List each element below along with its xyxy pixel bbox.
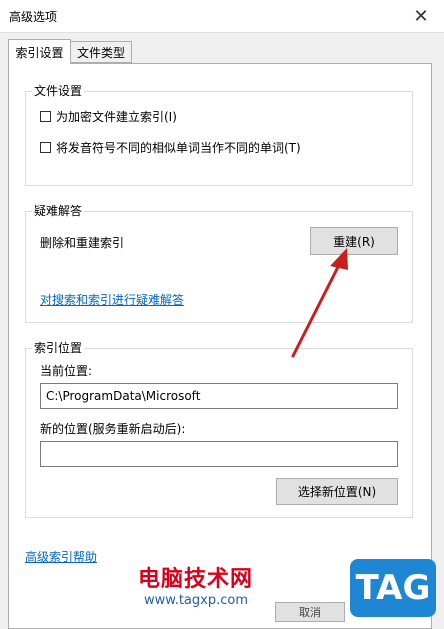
window-title: 高级选项 <box>9 10 58 24</box>
select-new-location-button[interactable]: 选择新位置(N) <box>276 478 398 505</box>
group-title: 疑难解答 <box>32 204 85 218</box>
tab-panel: 文件设置 为加密文件建立索引(I) 将发音符号不同的相似单词当作不同的单词(T)… <box>8 63 432 629</box>
checkbox-label: 为加密文件建立索引(I) <box>56 110 177 124</box>
checkbox-box[interactable] <box>40 142 51 153</box>
current-location-label: 当前位置: <box>40 364 93 378</box>
watermark-site-name: 电脑技术网 <box>138 567 254 592</box>
watermark-url: www.tagxp.com <box>144 593 248 608</box>
group-title: 索引位置 <box>32 341 85 355</box>
index-location-group: 索引位置 当前位置: C:\ProgramData\Microsoft 新的位置… <box>25 341 413 518</box>
checkbox-diacritics[interactable]: 将发音符号不同的相似单词当作不同的单词(T) <box>40 139 301 156</box>
new-location-label: 新的位置(服务重新启动后): <box>40 422 186 436</box>
checkbox-label: 将发音符号不同的相似单词当作不同的单词(T) <box>56 141 301 155</box>
checkbox-encrypted-files[interactable]: 为加密文件建立索引(I) <box>40 108 177 125</box>
title-bar: 高级选项 ✕ <box>0 0 444 33</box>
tab-index-settings[interactable]: 索引设置 <box>8 39 71 64</box>
tab-file-types[interactable]: 文件类型 <box>70 41 132 63</box>
rebuild-button[interactable]: 重建(R) <box>310 227 398 255</box>
advanced-index-help-link[interactable]: 高级索引帮助 <box>25 548 97 565</box>
group-title: 文件设置 <box>32 84 85 98</box>
file-settings-group: 文件设置 为加密文件建立索引(I) 将发音符号不同的相似单词当作不同的单词(T) <box>25 84 413 186</box>
troubleshoot-link[interactable]: 对搜索和索引进行疑难解答 <box>40 291 184 308</box>
close-icon[interactable]: ✕ <box>398 0 444 32</box>
new-location-field[interactable] <box>40 441 398 467</box>
watermark-tag-logo: TAG <box>350 559 436 617</box>
watermark: 电脑技术网 www.tagxp.com TAG <box>138 558 444 628</box>
troubleshoot-group: 疑难解答 删除和重建索引 重建(R) 对搜索和索引进行疑难解答 <box>25 204 413 323</box>
checkbox-box[interactable] <box>40 111 51 122</box>
current-location-field[interactable]: C:\ProgramData\Microsoft <box>40 383 398 409</box>
rebuild-description: 删除和重建索引 <box>40 236 125 250</box>
